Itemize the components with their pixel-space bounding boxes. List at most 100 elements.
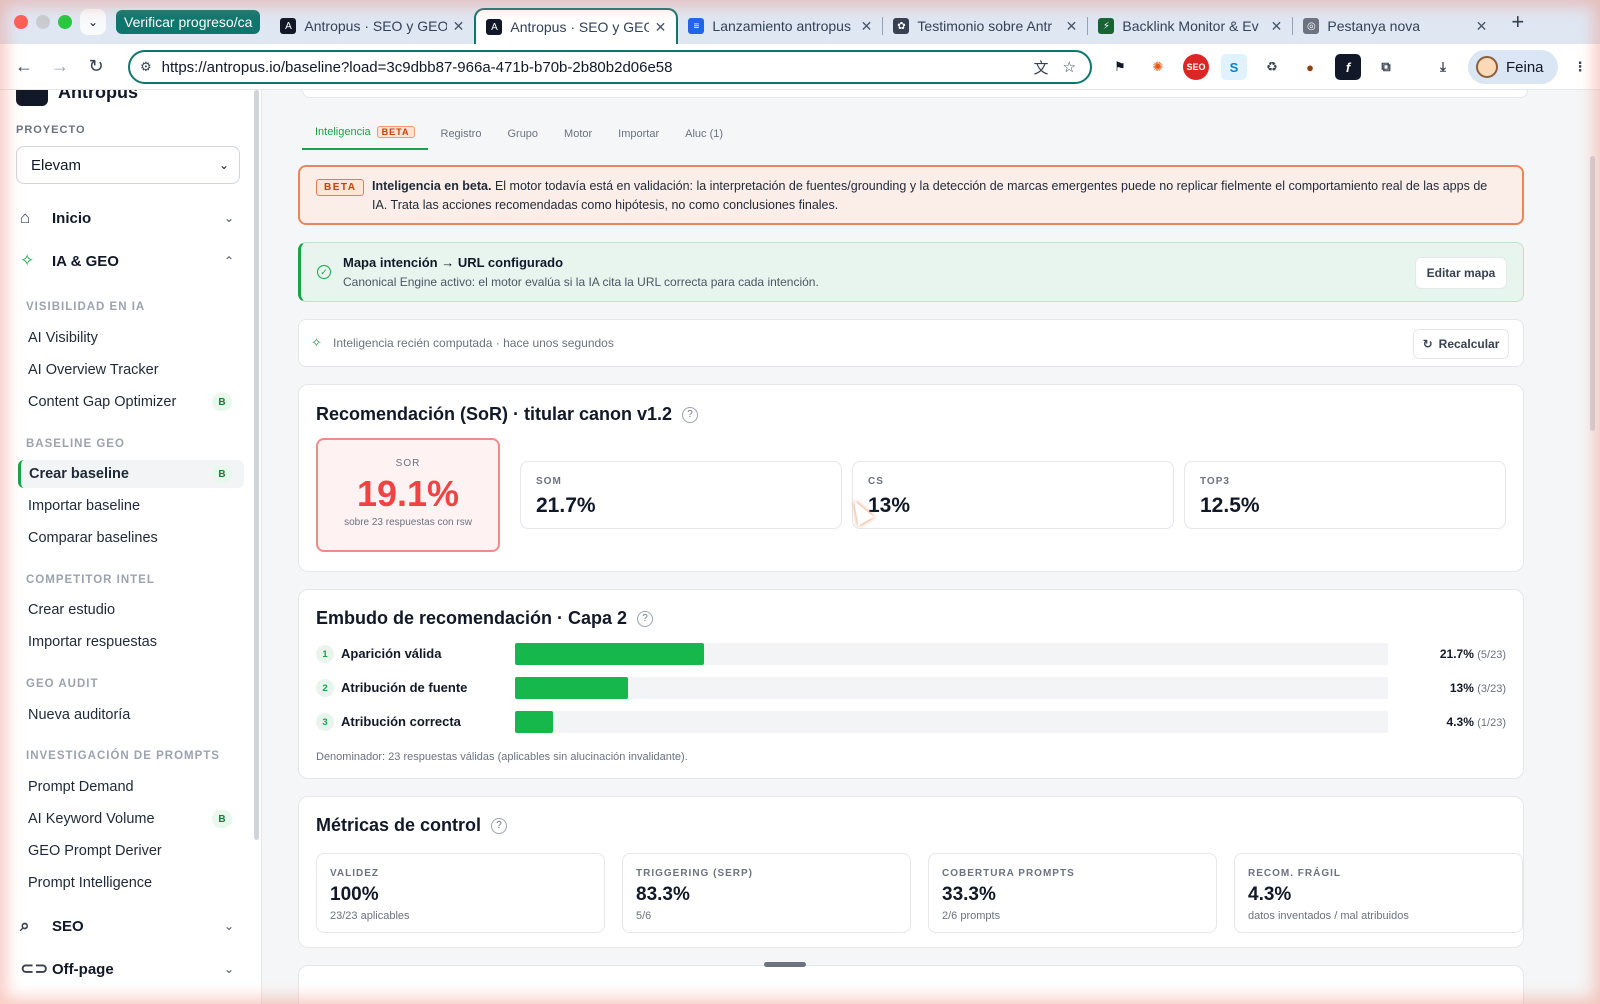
sidebar-item-prompt-intelligence[interactable]: Prompt Intelligence	[18, 869, 244, 897]
progress-track	[515, 677, 1388, 699]
recompute-bar: ✧ Inteligencia recién computada · hace u…	[298, 319, 1524, 367]
sidebar-item-crear-baseline[interactable]: Crear baseline B	[18, 460, 244, 488]
antropus-favicon-icon: A	[486, 19, 503, 35]
nav-offpage[interactable]: ⊂⊃ Off-page ⌄	[20, 959, 234, 979]
sidebar-item-prompt-demand[interactable]: Prompt Demand	[18, 773, 244, 801]
drag-handle[interactable]	[764, 962, 806, 967]
tab-inteligencia[interactable]: Inteligencia BETA	[302, 126, 428, 150]
help-icon[interactable]: ?	[491, 817, 508, 834]
close-tab-icon[interactable]: ✕	[1476, 18, 1488, 35]
extensions-puzzle-icon[interactable]: ⧉	[1373, 54, 1399, 80]
sidebar-scrollbar[interactable]	[254, 90, 259, 840]
recalcular-button[interactable]: ↻ Recalcular	[1413, 329, 1509, 359]
step-label: Aparición válida	[341, 646, 442, 661]
sidebar-item-ai-overview-tracker[interactable]: AI Overview Tracker	[18, 356, 244, 384]
section-heading: INVESTIGACIÓN DE PROMPTS	[26, 750, 220, 762]
reload-icon[interactable]: ↻	[78, 56, 114, 77]
tab-label: Inteligencia	[315, 126, 371, 138]
tab-aluc[interactable]: Aluc (1)	[672, 128, 736, 150]
sidebar-item-importar-respuestas[interactable]: Importar respuestas	[18, 628, 244, 656]
bookmark-star-icon[interactable]: ☆	[1063, 58, 1076, 76]
brand[interactable]: Antropus	[16, 90, 138, 106]
sidebar-item-ai-keyword-volume[interactable]: AI Keyword Volume B	[18, 805, 244, 833]
sidebar-item-label: AI Visibility	[28, 330, 98, 346]
main-scrollbar[interactable]	[1590, 156, 1595, 431]
metric-value: 21.7%	[536, 494, 596, 517]
chatgpt-favicon-icon: ✿	[893, 18, 910, 34]
nav-seo[interactable]: ⌕ SEO ⌄	[20, 916, 234, 936]
extension-icon[interactable]: ⚑	[1107, 54, 1133, 80]
project-select[interactable]: Elevam ⌄	[16, 146, 240, 184]
metric-sub: datos inventados / mal atribuidos	[1248, 910, 1409, 922]
browser-tab-active[interactable]: A Antropus · SEO y GEO ✕	[474, 8, 679, 44]
sidebar-item-label: AI Overview Tracker	[28, 362, 159, 378]
metric-value: 12.5%	[1200, 494, 1260, 517]
metric-label: RECOM. FRÁGIL	[1248, 868, 1341, 879]
browser-tab[interactable]: ✿ Testimonio sobre Antr ✕	[883, 8, 1087, 44]
antropus-favicon-icon: A	[280, 18, 297, 34]
maximize-window-button[interactable]	[58, 15, 72, 29]
browser-toolbar: ← → ↻ ⚙ https://antropus.io/baseline?loa…	[0, 44, 1600, 90]
tab-grupo[interactable]: Grupo	[494, 128, 551, 150]
fx-extension-icon[interactable]: f	[1335, 54, 1361, 80]
sidebar-item-nueva-auditoria[interactable]: Nueva auditoría	[18, 701, 244, 729]
recycle-extension-icon[interactable]: ♻	[1259, 54, 1285, 80]
new-tab-icon[interactable]: +	[1511, 9, 1524, 35]
close-tab-icon[interactable]: ✕	[453, 18, 465, 35]
s-extension-icon[interactable]: S	[1221, 54, 1247, 80]
translate-icon[interactable]: 文	[1034, 57, 1049, 78]
address-bar[interactable]: ⚙ https://antropus.io/baseline?load=3c9d…	[128, 50, 1092, 84]
nav-label: Inicio	[52, 209, 92, 227]
seo-extension-icon[interactable]: SEO	[1183, 54, 1209, 80]
sor-card-title: Recomendación (SoR) · titular canon v1.2…	[316, 404, 699, 425]
close-tab-icon[interactable]: ✕	[861, 18, 873, 35]
sidebar-item-importar-baseline[interactable]: Importar baseline	[18, 492, 244, 520]
edit-map-button[interactable]: Editar mapa	[1415, 257, 1507, 289]
nav-ia-geo[interactable]: ✧ IA & GEO ⌃	[20, 251, 234, 271]
claude-extension-icon[interactable]: ✺	[1145, 54, 1171, 80]
browser-tab[interactable]: ≡ Lanzamiento antropus ✕	[678, 8, 882, 44]
sidebar-item-crear-estudio[interactable]: Crear estudio	[18, 596, 244, 624]
close-tab-icon[interactable]: ✕	[655, 19, 667, 36]
browser-tab[interactable]: A Antropus · SEO y GEO ✕	[270, 8, 474, 44]
browser-tab-title: Lanzamiento antropus	[712, 18, 851, 34]
back-icon[interactable]: ←	[6, 56, 42, 77]
close-tab-icon[interactable]: ✕	[1066, 18, 1078, 35]
sidebar-item-ai-visibility[interactable]: AI Visibility	[18, 324, 244, 352]
funnel-card-title-text: Embudo de recomendación · Capa 2	[316, 608, 628, 628]
close-tab-icon[interactable]: ✕	[1271, 18, 1283, 35]
backlink-favicon-icon: ⚡	[1098, 18, 1115, 34]
help-icon[interactable]: ?	[637, 610, 654, 627]
profile-button[interactable]: Feina	[1468, 50, 1558, 84]
tab-search-icon[interactable]: ⌄	[80, 9, 106, 35]
close-window-button[interactable]	[14, 15, 28, 29]
tab-registro[interactable]: Registro	[428, 128, 495, 150]
cookie-extension-icon[interactable]: ●	[1297, 54, 1323, 80]
beta-notice-body: El motor todavía está en validación: la …	[372, 179, 1488, 212]
tab-importar[interactable]: Importar	[605, 128, 672, 150]
metric-sub: 2/6 prompts	[942, 910, 1001, 922]
step-percent: 21.7% (5/23)	[1440, 647, 1506, 661]
site-info-icon[interactable]: ⚙	[140, 59, 152, 75]
browser-menu-icon[interactable]: ⋮	[1567, 54, 1593, 80]
section-heading: VISIBILIDAD EN IA	[26, 301, 146, 313]
metric-recom-fragil: RECOM. FRÁGIL 4.3% datos inventados / ma…	[1234, 853, 1523, 933]
download-icon[interactable]: ⤓	[1430, 54, 1456, 80]
tab-group-label[interactable]: Verificar progreso/ca	[116, 10, 261, 34]
browser-tab[interactable]: ◎ Pestanya nova ✕	[1293, 8, 1497, 44]
sidebar-item-content-gap-optimizer[interactable]: Content Gap Optimizer B	[18, 388, 244, 416]
browser-tab[interactable]: ⚡ Backlink Monitor & Ev ✕	[1088, 8, 1292, 44]
funnel-row: 2 Atribución de fuente 13% (3/23)	[316, 676, 1506, 700]
sidebar-item-geo-prompt-deriver[interactable]: GEO Prompt Deriver	[18, 837, 244, 865]
minimize-window-button[interactable]	[36, 15, 50, 29]
tab-label: Motor	[564, 128, 593, 140]
nav-inicio[interactable]: ⌂ Inicio ⌄	[20, 208, 234, 228]
chevron-down-icon: ⌄	[223, 962, 234, 976]
metric-value: 83.3%	[636, 884, 690, 905]
tab-motor[interactable]: Motor	[551, 128, 605, 150]
help-icon[interactable]: ?	[682, 406, 699, 423]
url-text[interactable]: https://antropus.io/baseline?load=3c9dbb…	[162, 59, 1034, 76]
sidebar-item-comparar-baselines[interactable]: Comparar baselines	[18, 524, 244, 552]
forward-icon[interactable]: →	[42, 56, 78, 77]
sor-label: SOR	[395, 458, 421, 469]
